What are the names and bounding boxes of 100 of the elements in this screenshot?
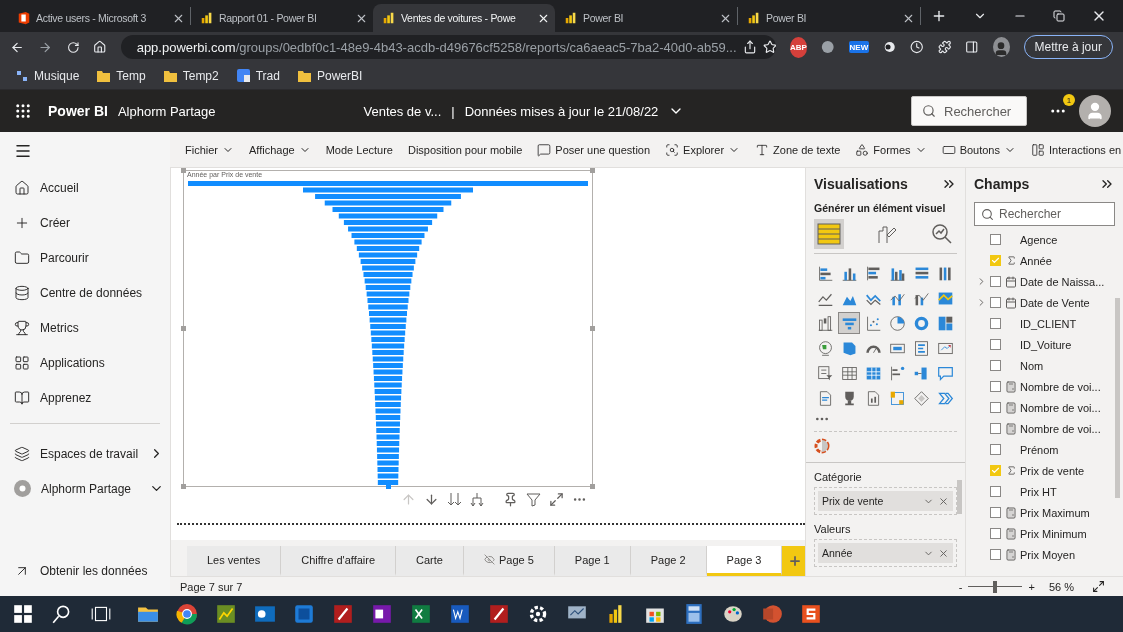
field-item[interactable]: Nom xyxy=(974,355,1115,376)
checkbox[interactable] xyxy=(989,255,1001,266)
scrollbar[interactable] xyxy=(1115,298,1120,498)
funnel-bar[interactable] xyxy=(360,259,416,264)
scrollbar[interactable] xyxy=(957,480,962,514)
resize-handle[interactable] xyxy=(181,326,186,331)
checkbox[interactable] xyxy=(989,423,1001,434)
search-field[interactable]: Rechercher xyxy=(974,202,1115,226)
nav-item[interactable]: Espaces de travail xyxy=(0,436,170,471)
resize-handle[interactable] xyxy=(181,484,186,489)
extensions-icon[interactable] xyxy=(937,39,952,55)
field-item[interactable]: Date de Vente xyxy=(974,292,1115,313)
field-pill[interactable]: Prix de vente xyxy=(818,491,953,511)
resize-handle[interactable] xyxy=(181,168,186,173)
funnel-bar[interactable] xyxy=(348,226,428,232)
funnel-bar[interactable] xyxy=(377,460,399,466)
funnel-bar[interactable] xyxy=(376,441,400,446)
menu-icon[interactable] xyxy=(14,142,32,160)
bookmark[interactable]: Temp xyxy=(97,68,146,83)
workspace-name[interactable]: Alphorm Partage xyxy=(117,103,216,119)
funnel-bar[interactable] xyxy=(365,285,411,290)
field-item[interactable]: Année xyxy=(974,250,1115,271)
checkbox[interactable] xyxy=(989,339,1001,350)
field-item[interactable]: Prénom xyxy=(974,439,1115,460)
restore-icon[interactable] xyxy=(1053,10,1065,22)
nav-item[interactable]: Obtenir les données xyxy=(0,553,170,588)
app-launcher-icon[interactable] xyxy=(14,102,32,120)
field-item[interactable]: Date de Naissa... xyxy=(974,271,1115,292)
home-icon[interactable] xyxy=(93,39,107,55)
funnel-bar[interactable] xyxy=(374,382,402,388)
reload-icon[interactable] xyxy=(66,39,80,55)
resize-handle[interactable] xyxy=(590,484,595,489)
funnel-bar[interactable] xyxy=(358,252,418,258)
field-item[interactable]: ID_Voiture xyxy=(974,334,1115,355)
slash-app-icon[interactable] xyxy=(332,603,354,625)
page-tab[interactable]: Page 5 xyxy=(463,546,555,576)
toolbar-button[interactable]: Interactions en xyxy=(1031,142,1122,157)
funnel-bar[interactable] xyxy=(377,480,399,485)
clock-icon[interactable] xyxy=(910,39,924,55)
toolbar-button[interactable]: Explorer xyxy=(665,142,741,157)
custom-visual-icon[interactable] xyxy=(814,438,830,454)
resize-handle[interactable] xyxy=(590,326,595,331)
funnel-bar[interactable] xyxy=(324,200,452,206)
bookmark[interactable]: Musique xyxy=(16,68,80,83)
browser-icon[interactable] xyxy=(176,603,198,625)
double-arrow-down-icon[interactable] xyxy=(447,492,462,507)
checkbox[interactable] xyxy=(989,549,1001,560)
new-badge-icon[interactable]: NEW xyxy=(848,41,869,53)
checkbox[interactable] xyxy=(989,486,1001,497)
new-tab-icon[interactable] xyxy=(931,8,947,24)
funnel-bar[interactable] xyxy=(364,278,412,284)
checkbox[interactable] xyxy=(989,318,1001,329)
remove-icon[interactable] xyxy=(938,495,949,507)
page-tab[interactable]: Page 2 xyxy=(630,546,707,576)
side-panel-icon[interactable] xyxy=(965,39,979,55)
nav-item[interactable]: Metrics xyxy=(0,310,170,345)
field-item[interactable]: Prix Moyen xyxy=(974,544,1115,565)
toolbar-button[interactable]: Poser une question xyxy=(537,142,651,157)
funnel-bar[interactable] xyxy=(356,246,420,251)
funnel-bar[interactable] xyxy=(375,415,401,420)
bookmark[interactable]: PowerBI xyxy=(297,68,363,83)
checkbox[interactable] xyxy=(989,444,1001,455)
funnel-bar[interactable] xyxy=(338,213,438,219)
slides-app-icon[interactable] xyxy=(761,603,783,625)
fit-page-icon[interactable] xyxy=(1092,580,1105,593)
document-app-icon[interactable] xyxy=(449,603,471,625)
avatar-icon[interactable] xyxy=(1079,95,1111,127)
windows-logo-icon[interactable] xyxy=(12,603,34,625)
nav-item[interactable]: Centre de données xyxy=(0,275,170,310)
extension-icon[interactable] xyxy=(821,39,835,55)
remove-icon[interactable] xyxy=(938,547,949,559)
pin-icon[interactable] xyxy=(503,492,518,507)
browser-tab[interactable]: Active users - Microsoft 3 xyxy=(8,4,190,32)
field-item[interactable]: Prix HT xyxy=(974,481,1115,502)
fields-mode-icon[interactable] xyxy=(814,219,844,249)
gear-icon[interactable] xyxy=(527,603,549,625)
nav-item[interactable]: Créer xyxy=(0,205,170,240)
funnel-bar[interactable] xyxy=(369,317,407,323)
bookmark[interactable]: Temp2 xyxy=(163,68,219,83)
funnel-bar[interactable] xyxy=(373,369,403,375)
funnel-bar[interactable] xyxy=(376,421,400,427)
funnel-bar[interactable] xyxy=(376,447,400,453)
toolbar-button[interactable]: Formes xyxy=(855,142,927,157)
adblock-icon[interactable]: ABP xyxy=(789,36,808,58)
calculator-icon[interactable] xyxy=(683,603,705,625)
checkbox[interactable] xyxy=(989,276,1001,287)
funnel-bar[interactable] xyxy=(377,473,399,479)
browser-tab[interactable]: Power BI xyxy=(738,4,920,32)
funnel-bar[interactable] xyxy=(363,272,413,277)
bookmark[interactable]: Trad xyxy=(236,68,280,83)
funnel-bar[interactable] xyxy=(371,343,405,349)
slash-app-icon[interactable] xyxy=(488,603,510,625)
zigzag-app-icon[interactable] xyxy=(800,603,822,625)
nav-item[interactable]: Parcourir xyxy=(0,240,170,275)
nav-item[interactable]: Alphorm Partage xyxy=(0,471,170,506)
notebook-app-icon[interactable] xyxy=(371,603,393,625)
search-button[interactable]: Rechercher xyxy=(911,96,1027,126)
spreadsheet-app-icon[interactable] xyxy=(410,603,432,625)
field-item[interactable]: ID_CLIENT xyxy=(974,313,1115,334)
funnel-icon[interactable] xyxy=(838,312,861,334)
